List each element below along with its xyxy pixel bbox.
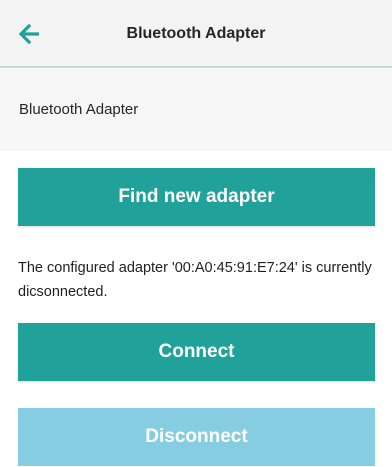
app-bar: Bluetooth Adapter xyxy=(0,0,392,68)
find-new-adapter-button[interactable]: Find new adapter xyxy=(18,168,375,226)
page-title: Bluetooth Adapter xyxy=(126,25,266,42)
back-button[interactable] xyxy=(14,18,46,50)
connect-button[interactable]: Connect xyxy=(18,323,375,381)
section-header-label: Bluetooth Adapter xyxy=(19,101,139,118)
disconnect-button[interactable]: Disconnect xyxy=(18,408,375,466)
section-header: Bluetooth Adapter xyxy=(0,69,392,151)
adapter-status-message: The configured adapter '00:A0:45:91:E7:2… xyxy=(18,260,372,300)
bluetooth-adapter-screen: Bluetooth Adapter Bluetooth Adapter Find… xyxy=(0,0,392,467)
arrow-left-icon xyxy=(19,24,39,44)
